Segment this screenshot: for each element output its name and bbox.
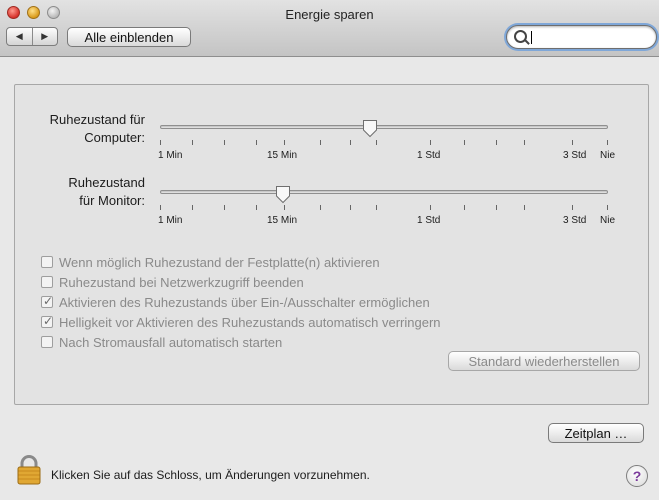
monitor-sleep-label-line1: Ruhezustand (68, 175, 145, 190)
monitor-tick-15min: 15 Min (267, 215, 298, 226)
help-button[interactable]: ? (626, 465, 648, 487)
dim-display-checkbox[interactable]: ✓ Helligkeit vor Aktivieren des Ruhezust… (41, 313, 441, 331)
computer-sleep-label: Ruhezustand für Computer: (30, 111, 145, 147)
checkbox-label: Wenn möglich Ruhezustand der Festplatte(… (59, 254, 380, 270)
monitor-sleep-tick-marks (160, 205, 608, 210)
back-button[interactable]: ◀ (7, 28, 33, 45)
checkbox-box: ✓ (41, 294, 54, 308)
monitor-sleep-label-line2: für Monitor: (79, 193, 145, 208)
computer-sleep-label-line1: Ruhezustand für (49, 112, 145, 127)
monitor-sleep-label: Ruhezustand für Monitor: (30, 174, 145, 210)
schedule-button[interactable]: Zeitplan … (548, 423, 644, 443)
computer-sleep-slider-track[interactable] (160, 125, 608, 129)
back-forward-control: ◀ ▶ (6, 27, 58, 46)
computer-tick-nie: Nie (600, 150, 616, 161)
monitor-tick-1std: 1 Std (417, 215, 441, 226)
monitor-tick-3std: 3 Std (563, 215, 587, 226)
power-button-sleep-checkbox[interactable]: ✓ Aktivieren des Ruhezustands über Ein-/… (41, 293, 430, 311)
checkbox-label: Aktivieren des Ruhezustands über Ein-/Au… (59, 294, 430, 310)
checkbox-box (41, 336, 53, 348)
forward-arrow-icon: ▶ (41, 31, 49, 41)
title-bar: Energie sparen ◀ ▶ Alle einblenden (0, 0, 659, 57)
computer-tick-1std: 1 Std (417, 150, 441, 161)
show-all-button[interactable]: Alle einblenden (67, 27, 191, 47)
network-wake-checkbox[interactable]: Ruhezustand bei Netzwerkzugriff beenden (41, 273, 304, 291)
back-arrow-icon: ◀ (15, 31, 23, 41)
checkbox-label: Helligkeit vor Aktivieren des Ruhezustan… (59, 314, 441, 330)
disk-sleep-checkbox[interactable]: Wenn möglich Ruhezustand der Festplatte(… (41, 253, 380, 271)
computer-sleep-slider-knob[interactable] (362, 119, 378, 138)
checkbox-box (41, 276, 53, 288)
checkbox-box: ✓ (41, 314, 54, 328)
lock-icon[interactable] (16, 455, 42, 485)
monitor-tick-1min: 1 Min (158, 215, 183, 226)
computer-sleep-tick-marks (160, 140, 608, 145)
search-icon (514, 30, 527, 43)
checkmark-icon: ✓ (43, 294, 54, 308)
checkmark-icon: ✓ (43, 314, 54, 328)
computer-tick-3std: 3 Std (563, 150, 587, 161)
forward-button[interactable]: ▶ (33, 28, 58, 45)
restart-after-power-failure-checkbox[interactable]: Nach Stromausfall automatisch starten (41, 333, 282, 351)
monitor-sleep-slider-track[interactable] (160, 190, 608, 194)
monitor-sleep-slider-knob[interactable] (275, 185, 291, 204)
restore-defaults-button[interactable]: Standard wiederherstellen (448, 351, 640, 371)
monitor-tick-nie: Nie (600, 215, 616, 226)
search-field[interactable] (506, 25, 657, 49)
help-icon: ? (632, 468, 642, 484)
checkbox-label: Nach Stromausfall automatisch starten (59, 334, 283, 350)
computer-sleep-label-line2: Computer: (84, 130, 145, 145)
text-caret (531, 31, 532, 44)
computer-tick-1min: 1 Min (158, 150, 183, 161)
checkbox-label: Ruhezustand bei Netzwerkzugriff beenden (59, 274, 304, 290)
window-title: Energie sparen (285, 7, 374, 22)
computer-tick-15min: 15 Min (267, 150, 298, 161)
checkbox-box (41, 256, 53, 268)
lock-message: Klicken Sie auf das Schloss, um Änderung… (51, 468, 370, 482)
